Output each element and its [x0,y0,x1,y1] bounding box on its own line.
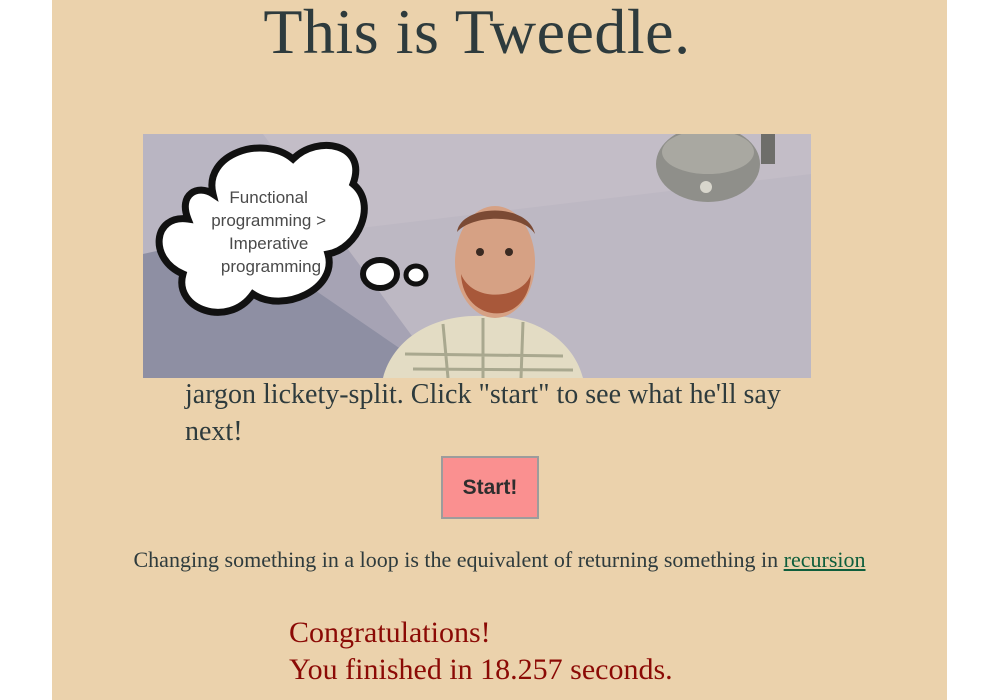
tweedle-photo: Functional programming > Imperative prog… [143,134,811,378]
result-message: Congratulations! You finished in 18.257 … [289,614,673,688]
thought-line-2: programming > [211,211,326,230]
start-button[interactable]: Start! [441,456,539,519]
thought-line-3: Imperative [229,234,308,253]
recursion-link[interactable]: recursion [784,547,866,572]
intro-text: jargon lickety-split. Click "start" to s… [185,379,781,447]
page-title: This is Tweedle. [263,0,691,67]
thought-line-1: Functional [229,188,307,207]
thought-line-4: programming [221,257,321,276]
jargon-text: Changing something in a loop is the equi… [133,547,779,572]
page-content: This is Tweedle. Functional programming … [52,0,947,700]
congrats-heading: Congratulations! [289,616,491,649]
jargon-sentence: Changing something in a loop is the equi… [52,545,947,575]
finish-time: You finished in 18.257 seconds. [289,653,673,686]
